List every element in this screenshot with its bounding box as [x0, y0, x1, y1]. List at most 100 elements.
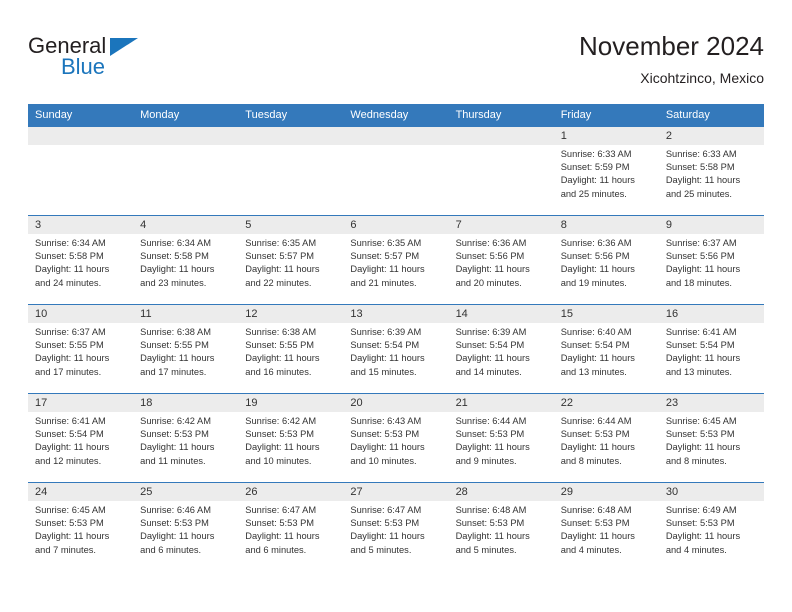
calendar-day-cell[interactable]: 28 Sunrise: 6:48 AM Sunset: 5:53 PM Dayligh… — [448, 482, 554, 572]
day-number: 25 — [133, 483, 239, 501]
calendar-day-cell[interactable]: 9 Sunrise: 6:37 AM Sunset: 5:56 PM Daylight… — [658, 215, 764, 305]
day-details: Sunrise: 6:44 AM Sunset: 5:53 PM Daylight:… — [554, 412, 659, 468]
day-number: 21 — [448, 394, 554, 412]
sunset-text: Sunset: 5:57 PM — [245, 251, 315, 262]
calendar-day-cell[interactable]: 26 Sunrise: 6:47 AM Sunset: 5:53 PM Dayligh… — [238, 482, 344, 572]
calendar-day-cell[interactable]: 4 Sunrise: 6:34 AM Sunset: 5:58 PM Daylight… — [133, 215, 239, 305]
calendar-day-cell[interactable]: 10 Sunrise: 6:37 AM Sunset: 5:55 PM Dayligh… — [28, 304, 134, 394]
sunrise-text: Sunrise: 6:38 AM — [245, 327, 317, 337]
day-number: 19 — [238, 394, 344, 412]
calendar-day-cell[interactable]: 29 Sunrise: 6:48 AM Sunset: 5:53 PM Dayligh… — [553, 482, 659, 572]
calendar-page: General Blue November 2024 Xicohtzinco, … — [0, 0, 792, 612]
daylight-text: Daylight: 11 hours and 19 minutes. — [560, 264, 635, 288]
sunrise-text: Sunrise: 6:35 AM — [350, 238, 422, 248]
daylight-text: Daylight: 11 hours and 6 minutes. — [140, 531, 215, 555]
day-number: 1 — [553, 127, 659, 145]
sunrise-text: Sunrise: 6:47 AM — [350, 505, 422, 515]
daylight-text: Daylight: 11 hours and 17 minutes. — [35, 353, 110, 377]
daylight-text: Daylight: 11 hours and 5 minutes. — [455, 531, 530, 555]
day-number: 14 — [448, 305, 554, 323]
calendar-day-cell[interactable]: 5 Sunrise: 6:35 AM Sunset: 5:57 PM Daylight… — [238, 215, 344, 305]
calendar-day-cell[interactable]: 13 Sunrise: 6:39 AM Sunset: 5:54 PM Dayligh… — [343, 304, 449, 394]
calendar-day-cell[interactable]: 30 Sunrise: 6:49 AM Sunset: 5:53 PM Dayligh… — [658, 482, 764, 572]
sunset-text: Sunset: 5:58 PM — [35, 251, 104, 262]
calendar-day-cell[interactable]: 23 Sunrise: 6:45 AM Sunset: 5:53 PM Dayligh… — [658, 393, 764, 483]
daylight-text: Daylight: 11 hours and 10 minutes. — [245, 442, 320, 466]
day-number: 8 — [553, 216, 659, 234]
calendar-day-cell-empty — [133, 126, 239, 216]
calendar-day-cell[interactable]: 12 Sunrise: 6:38 AM Sunset: 5:55 PM Dayligh… — [238, 304, 344, 394]
day-number: 18 — [133, 394, 239, 412]
sunset-text: Sunset: 5:53 PM — [560, 518, 630, 529]
calendar-day-cell[interactable]: 3 Sunrise: 6:34 AM Sunset: 5:58 PM Daylight… — [28, 215, 134, 305]
sunset-text: Sunset: 5:53 PM — [245, 429, 315, 440]
sunrise-text: Sunrise: 6:35 AM — [245, 238, 317, 248]
calendar-day-cell[interactable]: 1 Sunrise: 6:33 AM Sunset: 5:59 PM Daylight… — [553, 126, 659, 216]
daylight-text: Daylight: 11 hours and 7 minutes. — [35, 531, 110, 555]
day-details: Sunrise: 6:42 AM Sunset: 5:53 PM Daylight:… — [133, 412, 238, 468]
calendar-day-cell[interactable]: 25 Sunrise: 6:46 AM Sunset: 5:53 PM Dayligh… — [133, 482, 239, 572]
calendar-day-cell[interactable]: 8 Sunrise: 6:36 AM Sunset: 5:56 PM Daylight… — [553, 215, 659, 305]
calendar-day-cell[interactable]: 2 Sunrise: 6:33 AM Sunset: 5:58 PM Daylight… — [658, 126, 764, 216]
sunrise-text: Sunrise: 6:49 AM — [665, 505, 737, 515]
daylight-text: Daylight: 11 hours and 22 minutes. — [245, 264, 320, 288]
day-number: 10 — [28, 305, 134, 323]
daylight-text: Daylight: 11 hours and 5 minutes. — [350, 531, 425, 555]
calendar-day-cell[interactable]: 27 Sunrise: 6:47 AM Sunset: 5:53 PM Dayligh… — [343, 482, 449, 572]
calendar-day-cell[interactable]: 6 Sunrise: 6:35 AM Sunset: 5:57 PM Daylight… — [343, 215, 449, 305]
calendar-day-cell[interactable]: 22 Sunrise: 6:44 AM Sunset: 5:53 PM Dayligh… — [553, 393, 659, 483]
day-number: 30 — [658, 483, 764, 501]
day-number: 3 — [28, 216, 134, 234]
calendar-day-cell-empty — [28, 126, 134, 216]
sunrise-text: Sunrise: 6:45 AM — [35, 505, 106, 515]
day-details: Sunrise: 6:34 AM Sunset: 5:58 PM Daylight:… — [28, 234, 133, 290]
calendar-week-row: 10 Sunrise: 6:37 AM Sunset: 5:55 PM Dayligh… — [28, 304, 764, 394]
sunset-text: Sunset: 5:56 PM — [560, 251, 630, 262]
day-number — [448, 127, 554, 145]
sunrise-text: Sunrise: 6:36 AM — [455, 238, 527, 248]
day-number: 20 — [343, 394, 449, 412]
sunrise-text: Sunrise: 6:40 AM — [560, 327, 632, 337]
sunrise-text: Sunrise: 6:44 AM — [455, 416, 527, 426]
calendar-day-cell[interactable]: 11 Sunrise: 6:38 AM Sunset: 5:55 PM Dayligh… — [133, 304, 239, 394]
sunset-text: Sunset: 5:55 PM — [35, 340, 104, 351]
calendar-day-cell[interactable]: 20 Sunrise: 6:43 AM Sunset: 5:53 PM Dayligh… — [343, 393, 449, 483]
calendar-day-cell[interactable]: 24 Sunrise: 6:45 AM Sunset: 5:53 PM Dayligh… — [28, 482, 134, 572]
sunrise-text: Sunrise: 6:42 AM — [140, 416, 211, 426]
day-details: Sunrise: 6:34 AM Sunset: 5:58 PM Daylight:… — [133, 234, 238, 290]
day-number: 4 — [133, 216, 239, 234]
daylight-text: Daylight: 11 hours and 12 minutes. — [35, 442, 110, 466]
sunset-text: Sunset: 5:54 PM — [350, 340, 420, 351]
day-number: 29 — [553, 483, 659, 501]
daylight-text: Daylight: 11 hours and 4 minutes. — [560, 531, 635, 555]
day-number — [343, 127, 449, 145]
calendar-day-cell[interactable]: 7 Sunrise: 6:36 AM Sunset: 5:56 PM Daylight… — [448, 215, 554, 305]
daylight-text: Daylight: 11 hours and 15 minutes. — [350, 353, 425, 377]
day-number: 6 — [343, 216, 449, 234]
calendar-day-cell[interactable]: 21 Sunrise: 6:44 AM Sunset: 5:53 PM Dayligh… — [448, 393, 554, 483]
general-blue-logo[interactable]: General Blue — [28, 30, 208, 90]
page-title: November 2024 — [579, 31, 764, 61]
day-details: Sunrise: 6:33 AM Sunset: 5:58 PM Daylight:… — [659, 145, 764, 201]
daylight-text: Daylight: 11 hours and 8 minutes. — [560, 442, 635, 466]
calendar-day-cell[interactable]: 14 Sunrise: 6:39 AM Sunset: 5:54 PM Dayligh… — [448, 304, 554, 394]
sunset-text: Sunset: 5:54 PM — [665, 340, 735, 351]
day-details: Sunrise: 6:47 AM Sunset: 5:53 PM Daylight:… — [343, 501, 448, 557]
calendar-day-cell[interactable]: 18 Sunrise: 6:42 AM Sunset: 5:53 PM Dayligh… — [133, 393, 239, 483]
daylight-text: Daylight: 11 hours and 25 minutes. — [665, 175, 741, 199]
daylight-text: Daylight: 11 hours and 16 minutes. — [245, 353, 320, 377]
day-number: 24 — [28, 483, 134, 501]
calendar-day-cell[interactable]: 16 Sunrise: 6:41 AM Sunset: 5:54 PM Dayligh… — [658, 304, 764, 394]
sunset-text: Sunset: 5:53 PM — [665, 429, 735, 440]
calendar-week-row: 24 Sunrise: 6:45 AM Sunset: 5:53 PM Dayligh… — [28, 482, 764, 572]
calendar-day-cell[interactable]: 15 Sunrise: 6:40 AM Sunset: 5:54 PM Dayligh… — [553, 304, 659, 394]
calendar-week-row: 3 Sunrise: 6:34 AM Sunset: 5:58 PM Daylight… — [28, 215, 764, 305]
day-number: 7 — [448, 216, 554, 234]
calendar-day-cell[interactable]: 19 Sunrise: 6:42 AM Sunset: 5:53 PM Dayligh… — [238, 393, 344, 483]
sunset-text: Sunset: 5:53 PM — [245, 518, 315, 529]
weekday-header-tuesday: Tuesday — [238, 104, 344, 127]
day-details: Sunrise: 6:48 AM Sunset: 5:53 PM Daylight:… — [554, 501, 659, 557]
sunrise-text: Sunrise: 6:48 AM — [560, 505, 632, 515]
sunrise-text: Sunrise: 6:41 AM — [35, 416, 106, 426]
calendar-day-cell[interactable]: 17 Sunrise: 6:41 AM Sunset: 5:54 PM Dayligh… — [28, 393, 134, 483]
